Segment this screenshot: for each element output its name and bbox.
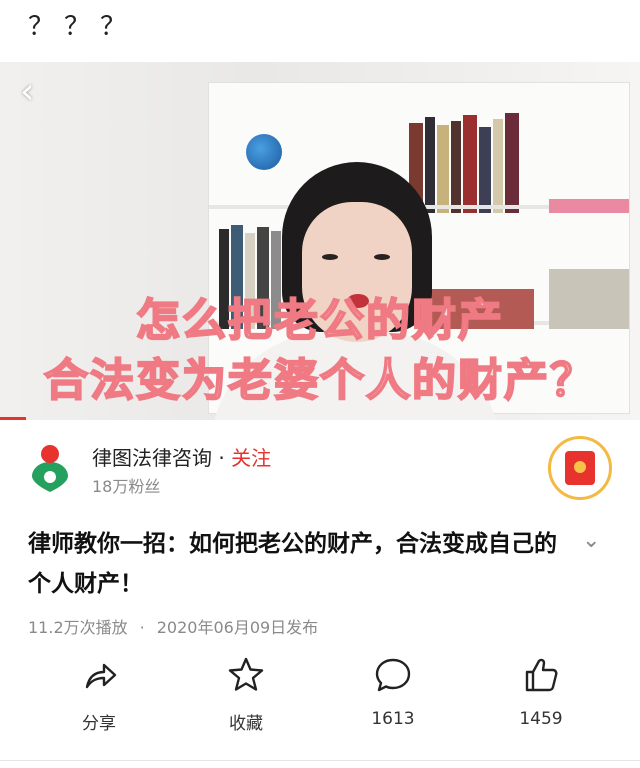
- publish-date: 2020年06月09日发布: [156, 618, 319, 637]
- share-icon: [85, 663, 117, 689]
- share-button[interactable]: 分享: [44, 655, 154, 734]
- follow-button[interactable]: 关注: [231, 446, 271, 470]
- like-button[interactable]: 1459: [486, 655, 596, 729]
- comment-icon: [375, 658, 411, 692]
- channel-name-row: 律图法律咨询 · 关注: [92, 442, 271, 471]
- divider: [0, 760, 640, 761]
- favorite-button[interactable]: 收藏: [191, 655, 301, 734]
- meta-dot: ·: [139, 618, 145, 637]
- presenter-eye-right: [374, 254, 390, 260]
- like-count: 1459: [519, 709, 563, 729]
- comment-button[interactable]: 1613: [338, 655, 448, 729]
- channel-logo-icon[interactable]: [28, 442, 72, 492]
- action-bar: 分享 收藏 1613 1459: [0, 655, 640, 735]
- video-title: 律师教你一招：如何把老公的财产，合法变成自己的个人财产！: [28, 531, 557, 597]
- view-count: 11.2万次播放: [28, 618, 128, 637]
- expand-chevron-icon[interactable]: ⌄: [582, 528, 600, 553]
- comment-count: 1613: [371, 709, 415, 729]
- thumbs-up-icon: [525, 658, 558, 692]
- video-overlay-line1: 怎么把老公的财产: [135, 294, 504, 347]
- channel-name[interactable]: 律图法律咨询: [92, 446, 212, 470]
- presenter-eye-left: [322, 254, 338, 260]
- video-progress-bar[interactable]: [0, 417, 26, 420]
- fans-count: 18万粉丝: [92, 477, 161, 496]
- video-meta: 11.2万次播放 · 2020年06月09日发布: [28, 614, 318, 638]
- channel-separator: ·: [212, 446, 232, 470]
- top-caption: ？？？: [28, 12, 137, 42]
- red-envelope-seal-icon: [574, 461, 586, 473]
- globe-decoration: [246, 134, 282, 170]
- red-packet-button[interactable]: [548, 436, 612, 500]
- video-player[interactable]: 怎么把老公的财产 合法变为老婆个人的财产？: [0, 62, 640, 420]
- favorite-label: 收藏: [229, 714, 263, 734]
- star-icon: [228, 657, 264, 691]
- back-button[interactable]: ‹: [20, 72, 50, 112]
- share-label: 分享: [82, 714, 116, 734]
- video-overlay-line2: 合法变为老婆个人的财产？: [43, 354, 596, 407]
